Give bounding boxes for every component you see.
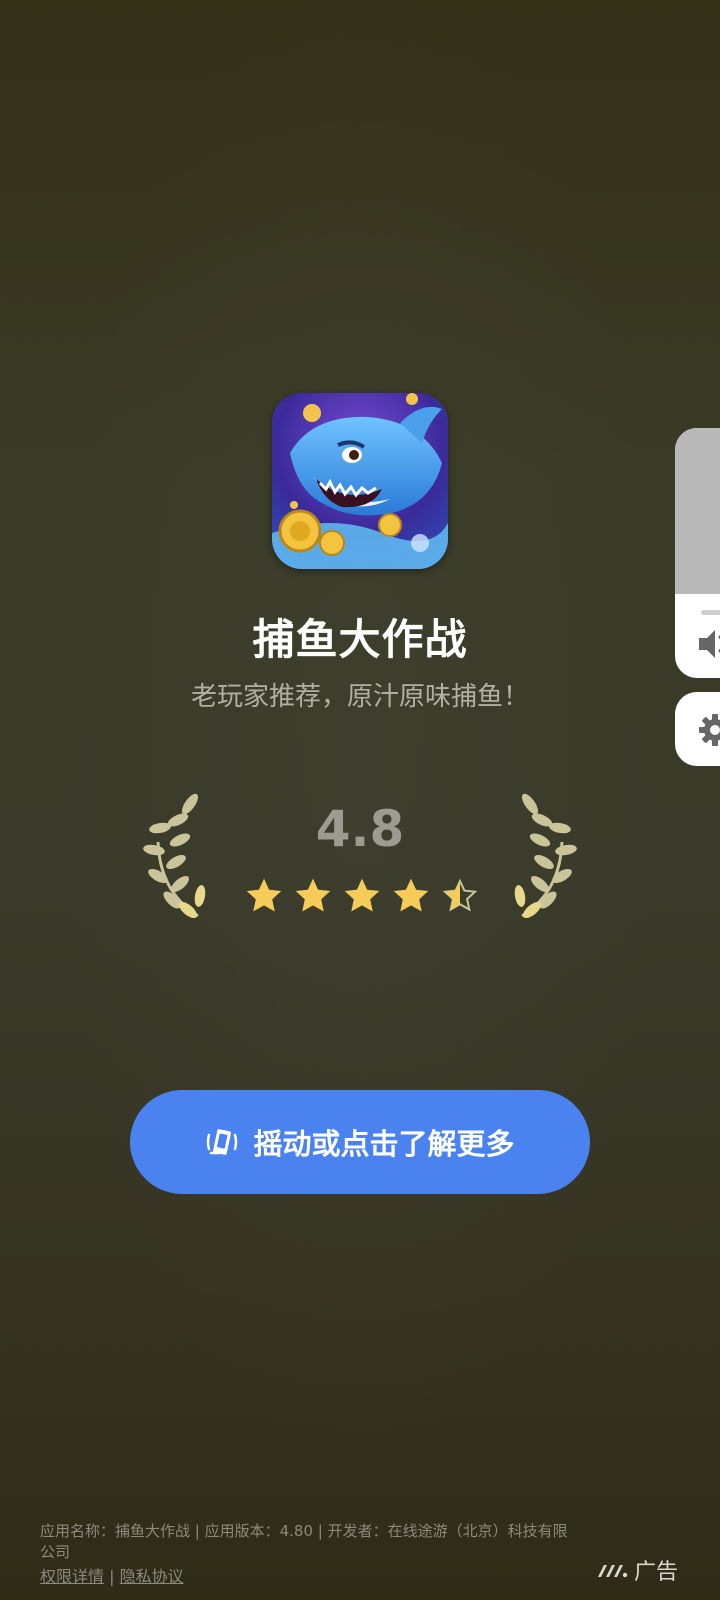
permissions-link[interactable]: 权限详情 bbox=[40, 1567, 104, 1586]
volume-slider-track[interactable] bbox=[675, 428, 720, 594]
shark-game-icon bbox=[272, 393, 448, 569]
footer-links: 权限详情 | 隐私协议 bbox=[40, 1566, 184, 1587]
rating-value: 4.8 bbox=[315, 800, 405, 858]
ad-network-logo-icon bbox=[598, 1565, 628, 1578]
volume-control-panel[interactable] bbox=[675, 428, 720, 678]
star-rating bbox=[246, 878, 478, 918]
app-slogan: 老玩家推荐，原汁原味捕鱼！ bbox=[190, 682, 529, 712]
learn-more-label: 摇动或点击了解更多 bbox=[253, 1127, 515, 1161]
app-title: 捕鱼大作战 bbox=[252, 615, 468, 664]
settings-panel[interactable] bbox=[675, 692, 720, 766]
ad-label: 广告 bbox=[634, 1560, 679, 1585]
ad-badge: 广告 bbox=[596, 1554, 678, 1586]
app-icon[interactable] bbox=[272, 393, 448, 569]
star-half-icon bbox=[442, 878, 478, 912]
shake-phone-icon bbox=[207, 1129, 238, 1155]
star-full-icon bbox=[246, 878, 282, 912]
volume-slider-thumb[interactable] bbox=[701, 610, 720, 615]
privacy-link[interactable]: 隐私协议 bbox=[120, 1567, 184, 1586]
star-full-icon bbox=[344, 878, 380, 912]
app-info-text: 应用名称：捕鱼大作战 | 应用版本：4.80 | 开发者：在线途游（北京）科技有… bbox=[40, 1522, 568, 1561]
star-full-icon bbox=[393, 878, 429, 912]
learn-more-button[interactable]: 摇动或点击了解更多 bbox=[130, 1090, 590, 1194]
star-full-icon bbox=[295, 878, 331, 912]
footer-separator: | bbox=[109, 1567, 115, 1586]
volume-icon[interactable] bbox=[695, 624, 720, 664]
gear-icon[interactable] bbox=[697, 712, 720, 748]
